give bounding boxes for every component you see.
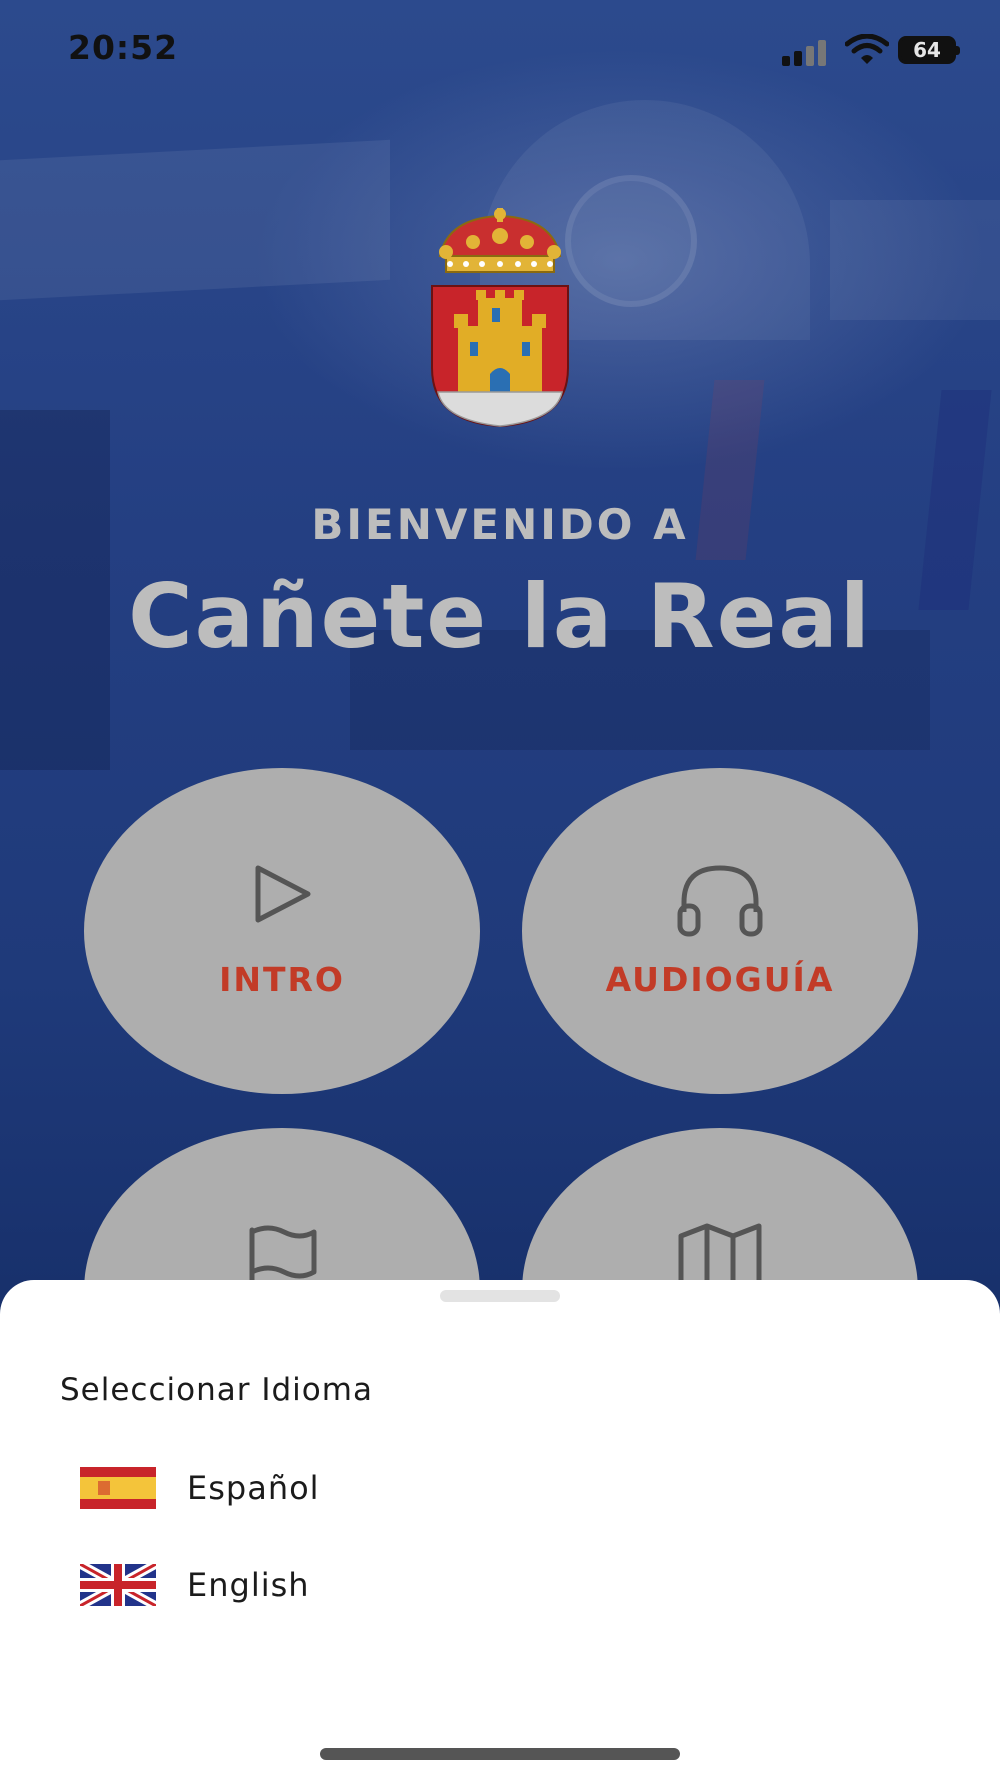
language-option-spanish[interactable]: Español xyxy=(60,1455,940,1525)
status-time: 20:52 xyxy=(68,28,179,67)
sheet-title: Seleccionar Idioma xyxy=(60,1372,373,1408)
coat-of-arms-logo xyxy=(431,208,569,428)
home-indicator[interactable] xyxy=(320,1748,680,1760)
language-bottom-sheet: Seleccionar Idioma Español English xyxy=(0,1280,1000,1778)
background-roof xyxy=(830,200,1000,320)
welcome-text: BIENVENIDO A xyxy=(311,500,689,549)
intro-button[interactable]: INTRO xyxy=(84,768,480,1094)
play-icon xyxy=(255,865,311,923)
language-label: Español xyxy=(187,1469,320,1507)
sheet-grabber-handle[interactable] xyxy=(440,1290,560,1302)
wifi-icon xyxy=(845,34,889,64)
background-roof xyxy=(0,139,390,301)
intro-label: INTRO xyxy=(219,960,345,999)
language-label: English xyxy=(187,1566,310,1604)
battery-icon: 64 xyxy=(898,36,960,64)
spain-flag-icon xyxy=(80,1467,156,1509)
audioguide-button[interactable]: AUDIOGUÍA xyxy=(522,768,918,1094)
uk-flag-icon xyxy=(80,1564,156,1606)
audioguide-label: AUDIOGUÍA xyxy=(605,960,835,999)
status-bar: 20:52 64 xyxy=(0,0,1000,100)
language-option-english[interactable]: English xyxy=(60,1552,940,1622)
headphones-icon xyxy=(677,865,763,937)
town-name: Cañete la Real xyxy=(128,565,872,668)
cellular-signal-icon xyxy=(782,40,832,66)
background-clock xyxy=(565,175,697,307)
